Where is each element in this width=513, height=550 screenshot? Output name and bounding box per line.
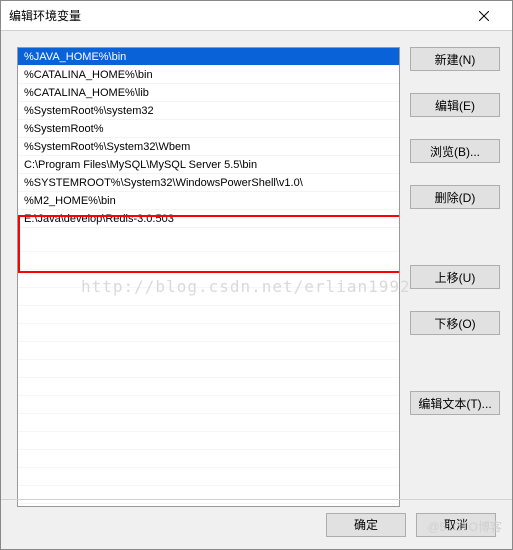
- close-icon: [479, 11, 489, 21]
- browse-button[interactable]: 浏览(B)...: [410, 139, 500, 163]
- path-listbox[interactable]: %JAVA_HOME%\bin %CATALINA_HOME%\bin %CAT…: [17, 47, 400, 507]
- moveup-button[interactable]: 上移(U): [410, 265, 500, 289]
- delete-button[interactable]: 删除(D): [410, 185, 500, 209]
- new-button[interactable]: 新建(N): [410, 47, 500, 71]
- list-item[interactable]: %M2_HOME%\bin: [18, 192, 399, 210]
- list-item[interactable]: E:\Java\develop\Redis-3.0.503: [18, 210, 399, 228]
- list-item[interactable]: %SYSTEMROOT%\System32\WindowsPowerShell\…: [18, 174, 399, 192]
- empty-list-area: [18, 234, 399, 506]
- window-title: 编辑环境变量: [9, 7, 464, 24]
- list-item[interactable]: %SystemRoot%\system32: [18, 102, 399, 120]
- list-item[interactable]: %JAVA_HOME%\bin: [18, 48, 399, 66]
- dialog-content: %JAVA_HOME%\bin %CATALINA_HOME%\bin %CAT…: [1, 31, 512, 499]
- close-button[interactable]: [464, 2, 504, 30]
- list-item[interactable]: C:\Program Files\MySQL\MySQL Server 5.5\…: [18, 156, 399, 174]
- ok-button[interactable]: 确定: [326, 513, 406, 537]
- button-sidebar: 新建(N) 编辑(E) 浏览(B)... 删除(D) 上移(U) 下移(O) 编…: [410, 47, 500, 491]
- list-item[interactable]: %SystemRoot%\System32\Wbem: [18, 138, 399, 156]
- movedown-button[interactable]: 下移(O): [410, 311, 500, 335]
- cancel-button[interactable]: 取消: [416, 513, 496, 537]
- dialog-footer: 确定 取消: [1, 499, 512, 549]
- titlebar: 编辑环境变量: [1, 1, 512, 31]
- list-item[interactable]: %SystemRoot%: [18, 120, 399, 138]
- list-item[interactable]: %CATALINA_HOME%\lib: [18, 84, 399, 102]
- edit-button[interactable]: 编辑(E): [410, 93, 500, 117]
- list-item[interactable]: %CATALINA_HOME%\bin: [18, 66, 399, 84]
- edittext-button[interactable]: 编辑文本(T)...: [410, 391, 500, 415]
